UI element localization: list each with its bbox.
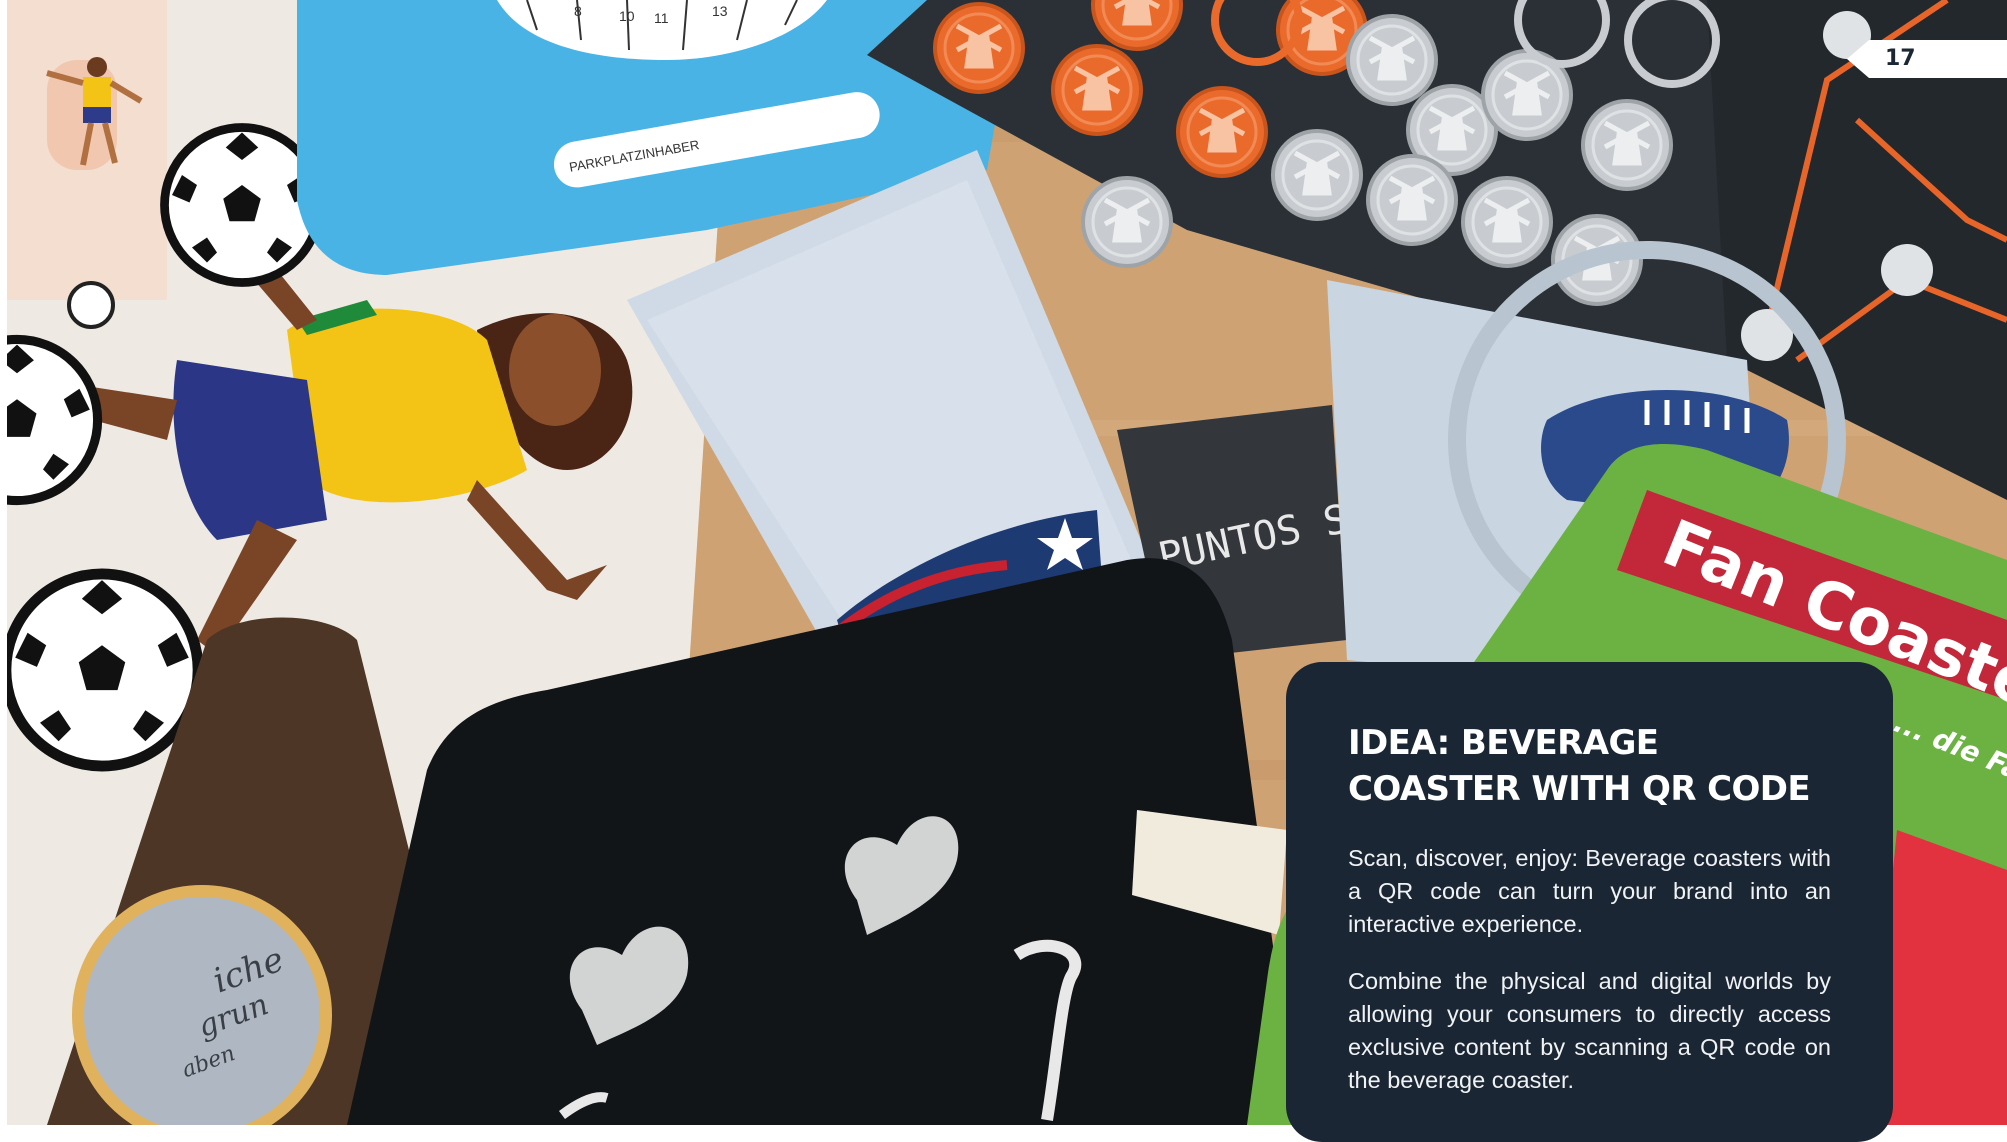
- dial-number-10: 10: [619, 8, 635, 24]
- page-number: 17: [1885, 46, 1916, 71]
- idea-paragraph-2: Combine the physical and digital worlds …: [1348, 968, 1831, 1093]
- idea-paragraph-1: Scan, discover, enjoy: Beverage coasters…: [1348, 845, 1831, 937]
- dial-number-11: 11: [654, 10, 669, 26]
- dial-number-13: 13: [712, 3, 728, 19]
- idea-info-box: IDEA: BEVERAGE COASTER WITH QR CODE Scan…: [1286, 662, 1893, 1142]
- dial-number-8: 8: [574, 3, 582, 19]
- page-number-tab: 17: [1847, 40, 2007, 78]
- idea-title: IDEA: BEVERAGE COASTER WITH QR CODE: [1348, 723, 1811, 809]
